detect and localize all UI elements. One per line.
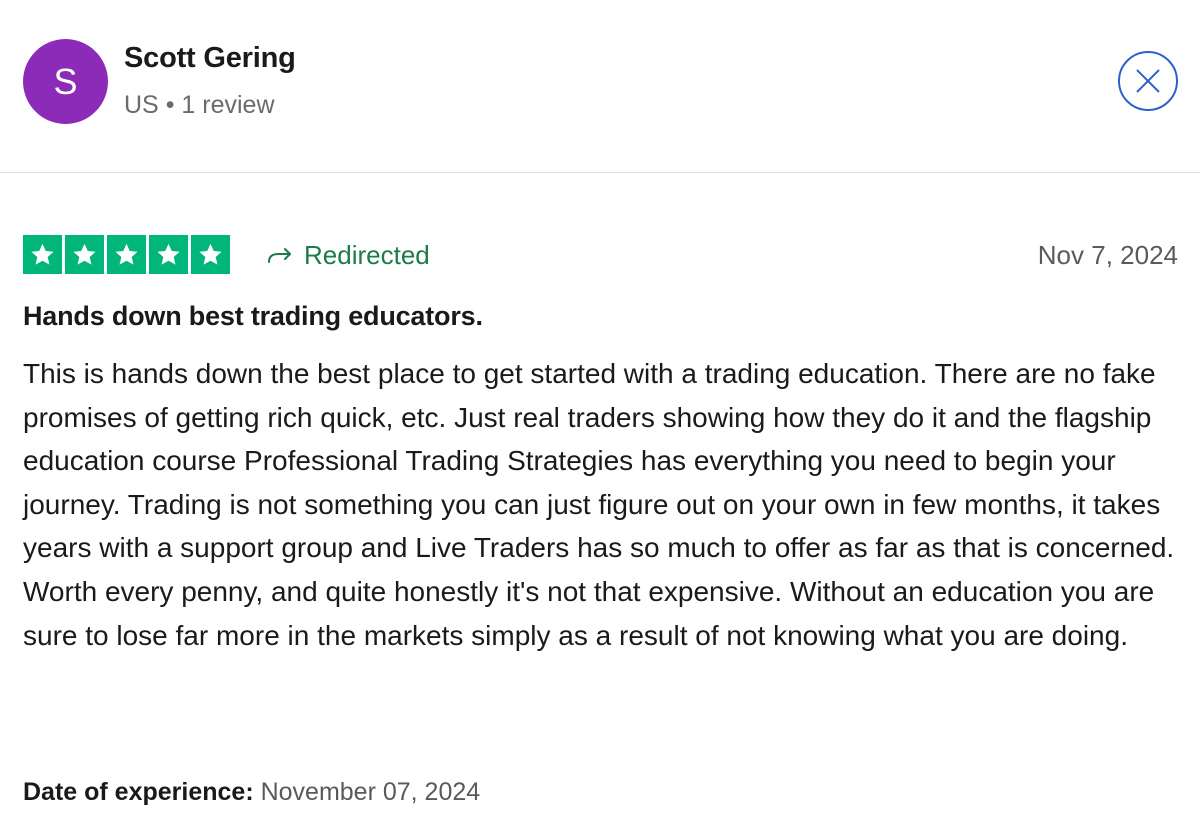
date-of-experience: Date of experience: November 07, 2024 [23,778,480,807]
experience-label: Date of experience: [23,778,254,806]
reviewer-review-count: 1 review [181,91,275,119]
close-button[interactable] [1118,51,1178,111]
star-icon [199,243,222,265]
star-4 [149,235,188,274]
star-icon [31,243,54,265]
star-icon [157,243,180,265]
avatar: S [23,39,108,124]
redirected-label: Redirected [304,240,430,270]
close-icon [1136,69,1160,93]
star-3 [107,235,146,274]
meta-separator: • [165,91,175,119]
reviewer-name[interactable]: Scott Gering [124,42,296,75]
redirected-status[interactable]: Redirected [266,240,430,271]
star-icon [73,243,96,265]
reviewer-meta: US • 1 review [124,91,275,120]
experience-date: November 07, 2024 [260,778,481,806]
star-2 [65,235,104,274]
star-1 [23,235,62,274]
star-icon [115,243,138,265]
reviewer-header: S Scott Gering US • 1 review [0,0,1200,173]
avatar-initial: S [53,60,78,102]
redirect-arrow-icon [266,246,294,266]
review-body: This is hands down the best place to get… [23,358,1175,651]
star-rating [23,235,230,274]
star-5 [191,235,230,274]
review-date: Nov 7, 2024 [1037,240,1178,270]
review-title: Hands down best trading educators. [23,301,483,331]
reviewer-country: US [124,91,159,119]
